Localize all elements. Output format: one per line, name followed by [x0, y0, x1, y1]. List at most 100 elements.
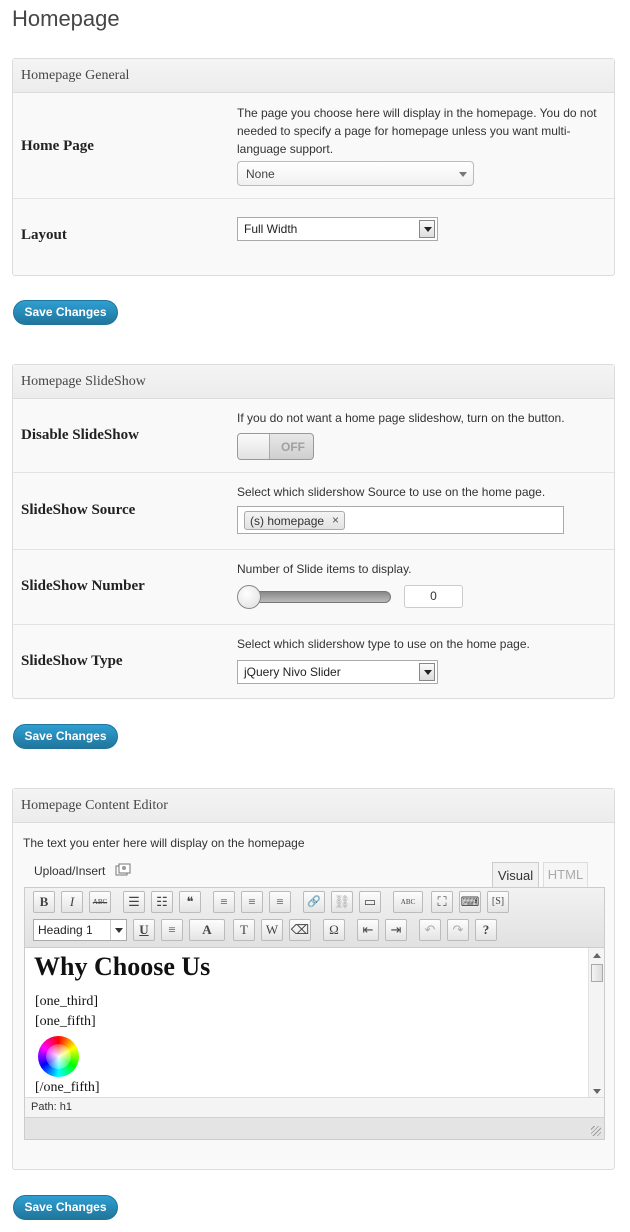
insert-link-button[interactable]: 🔗 — [303, 891, 325, 913]
shortcode-button[interactable]: [S] — [487, 891, 509, 913]
home-page-description: The page you choose here will display in… — [237, 106, 597, 156]
disable-slideshow-description: If you do not want a home page slideshow… — [237, 411, 565, 425]
tab-html[interactable]: HTML — [543, 862, 588, 887]
blockquote-button[interactable]: ❝ — [179, 891, 201, 913]
spellcheck-button[interactable]: ABC — [393, 891, 423, 913]
bullet-list-button[interactable]: ☰ — [123, 891, 145, 913]
layout-select[interactable]: Full Width — [237, 217, 438, 241]
outdent-button[interactable]: ⇤ — [357, 919, 379, 941]
disable-slideshow-toggle[interactable]: OFF — [237, 433, 314, 460]
row-slideshow-source: SlideShow Source Select which slidershow… — [13, 473, 614, 550]
bold-button[interactable]: B — [33, 891, 55, 913]
slideshow-source-input[interactable]: (s) homepage × — [237, 506, 564, 534]
disable-slideshow-label: Disable SlideShow — [21, 427, 139, 443]
align-center-button[interactable]: ≡ — [241, 891, 263, 913]
editor-resize-bar — [25, 1117, 604, 1139]
row-layout: Layout Full Width — [13, 199, 614, 275]
home-page-label: Home Page — [21, 138, 94, 154]
homepage-slideshow-panel: Homepage SlideShow Disable SlideShow If … — [12, 364, 615, 699]
slideshow-number-description: Number of Slide items to display. — [237, 562, 412, 576]
underline-button[interactable]: U — [133, 919, 155, 941]
save-button[interactable]: Save Changes — [13, 300, 118, 325]
slideshow-type-description: Select which slidershow type to use on t… — [237, 637, 530, 651]
panel-header-general: Homepage General — [13, 59, 614, 93]
toggle-knob[interactable] — [238, 434, 270, 459]
element-path-bar: Path: h1 — [25, 1098, 604, 1117]
format-select[interactable]: Heading 1 — [33, 919, 127, 941]
source-tag-label: (s) homepage — [250, 514, 325, 528]
slideshow-type-label: SlideShow Type — [21, 653, 123, 669]
justify-button[interactable]: ≡ — [161, 919, 183, 941]
align-right-button[interactable]: ≡ — [269, 891, 291, 913]
upload-insert-link[interactable]: Upload/Insert — [34, 864, 105, 878]
page-title: Homepage — [12, 6, 120, 31]
slideshow-type-select[interactable]: jQuery Nivo Slider — [237, 660, 438, 684]
home-page-select-value: None — [246, 167, 275, 181]
editor-toolbar: B I ABC ☰ ☷ ❝ ≡ ≡ ≡ 🔗 ⛓ ▭ ABC ⛶ ⌨ [S] He… — [25, 888, 604, 947]
numbered-list-button[interactable]: ☷ — [151, 891, 173, 913]
media-bar: Upload/Insert Visual HTML — [24, 857, 605, 888]
path-value[interactable]: h1 — [60, 1101, 72, 1113]
panel-header-content-editor: Homepage Content Editor — [13, 789, 614, 823]
slider-handle[interactable] — [237, 585, 261, 609]
row-disable-slideshow: Disable SlideShow If you do not want a h… — [13, 399, 614, 473]
align-left-button[interactable]: ≡ — [213, 891, 235, 913]
save-button[interactable]: Save Changes — [13, 724, 118, 749]
slideshow-source-label: SlideShow Source — [21, 502, 136, 518]
close-icon[interactable]: × — [332, 513, 339, 527]
help-button[interactable]: ? — [475, 919, 497, 941]
resize-handle-icon[interactable] — [591, 1126, 601, 1136]
insert-more-button[interactable]: ▭ — [359, 891, 381, 913]
toggle-state-label: OFF — [281, 440, 305, 454]
source-tag: (s) homepage × — [244, 511, 346, 530]
layout-label: Layout — [21, 227, 67, 243]
scroll-up-icon[interactable] — [593, 953, 601, 958]
media-upload-icon[interactable] — [115, 863, 131, 877]
undo-button[interactable]: ↶ — [419, 919, 441, 941]
paste-text-button[interactable]: T — [233, 919, 255, 941]
row-home-page: Home Page The page you choose here will … — [13, 93, 614, 199]
path-label: Path: — [31, 1101, 57, 1113]
special-character-button[interactable]: Ω — [323, 919, 345, 941]
shortcode-line: [one_fifth] — [35, 1014, 96, 1029]
kitchen-sink-button[interactable]: ⌨ — [459, 891, 481, 913]
chevron-down-icon — [459, 172, 467, 177]
rich-text-editor: B I ABC ☰ ☷ ❝ ≡ ≡ ≡ 🔗 ⛓ ▭ ABC ⛶ ⌨ [S] He… — [24, 887, 605, 1140]
fullscreen-button[interactable]: ⛶ — [431, 891, 453, 913]
chevron-down-icon[interactable] — [110, 920, 126, 940]
text-color-button[interactable]: A — [189, 919, 225, 941]
vertical-scrollbar[interactable] — [588, 948, 604, 1097]
layout-select-value: Full Width — [244, 222, 298, 236]
editor-content-area[interactable]: Why Choose Us [one_third] [one_fifth] [/… — [25, 947, 604, 1098]
slideshow-number-label: SlideShow Number — [21, 578, 145, 594]
shortcode-line: [/one_fifth] — [35, 1080, 100, 1095]
clear-formatting-button[interactable]: ⌫ — [289, 919, 311, 941]
homepage-general-panel: Homepage General Home Page The page you … — [12, 58, 615, 276]
row-slideshow-number: SlideShow Number Number of Slide items t… — [13, 550, 614, 625]
slideshow-source-description: Select which slidershow Source to use on… — [237, 485, 546, 499]
content-editor-description: The text you enter here will display on … — [23, 836, 305, 850]
italic-button[interactable]: I — [61, 891, 83, 913]
homepage-content-editor-panel: Homepage Content Editor The text you ent… — [12, 788, 615, 1170]
slideshow-number-slider[interactable] — [239, 591, 391, 603]
paste-word-button[interactable]: W — [261, 919, 283, 941]
dropdown-arrow-icon[interactable] — [419, 663, 435, 681]
unlink-button[interactable]: ⛓ — [331, 891, 353, 913]
panel-header-slideshow: Homepage SlideShow — [13, 365, 614, 399]
format-select-value: Heading 1 — [38, 923, 93, 937]
save-button[interactable]: Save Changes — [13, 1195, 118, 1220]
scrollbar-thumb[interactable] — [591, 964, 603, 982]
redo-button[interactable]: ↷ — [447, 919, 469, 941]
scroll-down-icon[interactable] — [593, 1089, 601, 1094]
slideshow-type-select-value: jQuery Nivo Slider — [244, 665, 341, 679]
indent-button[interactable]: ⇥ — [385, 919, 407, 941]
strikethrough-button[interactable]: ABC — [89, 891, 111, 913]
color-wheel-image — [38, 1036, 79, 1077]
row-slideshow-type: SlideShow Type Select which slidershow t… — [13, 625, 614, 699]
shortcode-line: [one_third] — [35, 994, 98, 1009]
home-page-select[interactable]: None — [237, 161, 474, 186]
slideshow-number-input[interactable]: 0 — [404, 585, 463, 608]
content-heading: Why Choose Us — [34, 952, 211, 981]
tab-visual[interactable]: Visual — [492, 862, 539, 888]
dropdown-arrow-icon[interactable] — [419, 220, 435, 238]
